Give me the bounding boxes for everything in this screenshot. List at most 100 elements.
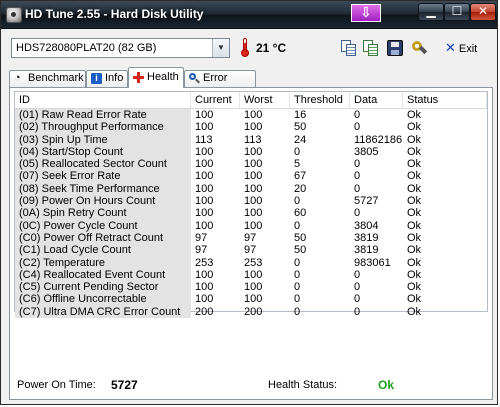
table-row[interactable]: (01) Raw Read Error Rate 100 100 16 0 Ok (15, 109, 487, 122)
temperature-readout: 21 °C (256, 41, 287, 55)
download-arrow-button[interactable]: ⇩ (351, 4, 381, 22)
worst-value: 100 (244, 109, 263, 121)
table-row[interactable]: (07) Seek Error Rate 100 100 67 0 Ok (15, 170, 487, 183)
tab-health[interactable]: Health (128, 67, 184, 88)
status-value: Ok (407, 195, 422, 208)
column-header-data[interactable]: Data (350, 92, 403, 108)
table-row[interactable]: (0A) Spin Retry Count 100 100 60 0 Ok (15, 207, 487, 220)
magnifier-icon (189, 73, 200, 84)
tab-label: Health (147, 71, 179, 83)
threshold-value: 67 (294, 170, 307, 183)
gauge-icon: ◔ (14, 72, 21, 84)
column-header-threshold[interactable]: Threshold (290, 92, 350, 108)
toolbar: HDS728080PLAT20 (82 GB) ▼ 21 °C ✕ Exit (7, 34, 493, 62)
attribute-id: (C4) Reallocated Event Count (15, 268, 191, 282)
worst-value: 100 (244, 121, 263, 134)
threshold-value: 20 (294, 182, 307, 195)
attribute-id: (01) Raw Read Error Rate (15, 109, 191, 122)
options-icon[interactable] (411, 40, 427, 56)
current-value: 100 (195, 219, 214, 232)
smart-table[interactable]: ID Current Worst Threshold Data Status (… (14, 91, 488, 319)
current-value: 113 (195, 133, 213, 146)
table-row[interactable]: (C6) Offline Uncorrectable 100 100 0 0 Ok (15, 293, 487, 306)
close-button[interactable]: ✕ (470, 3, 496, 21)
raw-data-value: 0 (354, 121, 361, 134)
attribute-id: (05) Reallocated Sector Count (15, 158, 191, 171)
table-row[interactable]: (C7) Ultra DMA CRC Error Count 200 200 0 0 Ok (15, 305, 487, 319)
copy-all-icon[interactable] (363, 40, 379, 56)
worst-value: 100 (244, 207, 263, 220)
table-row[interactable]: (C5) Current Pending Sector 100 100 0 0 Ok (15, 281, 487, 294)
threshold-value: 50 (294, 231, 307, 244)
exit-label: Exit (458, 43, 478, 55)
tab-label: Info (105, 72, 124, 84)
current-value: 100 (195, 268, 214, 281)
attribute-id: (0C) Power Cycle Count (15, 219, 191, 232)
health-status-value: Ok (378, 378, 395, 392)
attribute-id: (C0) Power Off Retract Count (15, 231, 191, 245)
worst-value: 97 (244, 231, 257, 244)
table-row[interactable]: (03) Spin Up Time 113 113 24 11862186 Ok (15, 133, 487, 146)
threshold-value: 60 (294, 207, 307, 220)
raw-data-value: 3804 (354, 219, 379, 232)
column-header-status[interactable]: Status (403, 92, 487, 108)
chevron-down-icon[interactable]: ▼ (212, 39, 229, 57)
table-row[interactable]: (C2) Temperature 253 253 0 983061 Ok (15, 256, 487, 269)
table-row[interactable]: (C1) Load Cycle Count 97 97 50 3819 Ok (15, 244, 487, 257)
table-row[interactable]: (0C) Power Cycle Count 100 100 0 3804 Ok (15, 219, 487, 232)
minimize-button[interactable]: ▁ (418, 3, 444, 21)
threshold-value: 16 (294, 109, 307, 121)
worst-value: 253 (244, 256, 263, 269)
raw-data-value: 0 (354, 182, 361, 195)
status-value: Ok (407, 256, 422, 269)
table-row[interactable]: (08) Seek Time Performance 100 100 20 0 Ok (15, 182, 487, 196)
current-value: 100 (195, 145, 214, 158)
current-value: 100 (195, 293, 214, 306)
attribute-id: (02) Throughput Performance (15, 121, 191, 134)
raw-data-value: 0 (354, 293, 361, 306)
status-value: Ok (407, 182, 422, 195)
status-value: Ok (407, 219, 422, 232)
raw-data-value: 0 (354, 281, 361, 294)
worst-value: 97 (244, 244, 257, 257)
attribute-id: (03) Spin Up Time (15, 133, 191, 146)
table-row[interactable]: (09) Power On Hours Count 100 100 0 5727 Ok (15, 195, 487, 208)
table-row[interactable]: (C0) Power Off Retract Count 97 97 50 3819 Ok (15, 231, 487, 245)
attribute-id: (09) Power On Hours Count (15, 195, 191, 208)
copy-icon[interactable] (341, 40, 357, 56)
threshold-value: 0 (294, 219, 301, 232)
app-window: HD Tune 2.55 - Hard Disk Utility ⇩ ▁ ☐ ✕… (0, 0, 498, 405)
hd-tune-app-icon[interactable] (6, 7, 22, 23)
tab-info[interactable]: i Info (86, 70, 128, 87)
threshold-value: 0 (294, 268, 301, 281)
exit-icon: ✕ (445, 40, 456, 55)
title-bar[interactable]: HD Tune 2.55 - Hard Disk Utility ⇩ ▁ ☐ ✕ (1, 1, 497, 29)
attribute-id: (07) Seek Error Rate (15, 170, 191, 183)
threshold-value: 24 (294, 133, 307, 146)
table-row[interactable]: (04) Start/Stop Count 100 100 0 3805 Ok (15, 145, 487, 159)
info-icon: i (91, 73, 102, 84)
exit-button[interactable]: ✕ Exit (445, 39, 477, 57)
column-header-current[interactable]: Current (191, 92, 240, 108)
save-icon[interactable] (387, 40, 403, 56)
maximize-button[interactable]: ☐ (444, 3, 470, 21)
tab-error-scan[interactable]: Error Scan (184, 70, 256, 99)
column-header-worst[interactable]: Worst (240, 92, 290, 108)
column-header-id[interactable]: ID (15, 92, 191, 108)
table-row[interactable]: (05) Reallocated Sector Count 100 100 5 0 Ok (15, 158, 487, 171)
drive-select-value: HDS728080PLAT20 (82 GB) (16, 42, 157, 54)
table-row[interactable]: (C4) Reallocated Event Count 100 100 0 0 Ok (15, 268, 487, 282)
worst-value: 100 (244, 268, 263, 281)
threshold-value: 0 (294, 256, 301, 269)
health-status-label: Health Status: (268, 379, 338, 391)
drive-select[interactable]: HDS728080PLAT20 (82 GB) ▼ (11, 38, 230, 58)
table-row[interactable]: (02) Throughput Performance 100 100 50 0 Ok (15, 121, 487, 134)
raw-data-value: 0 (354, 109, 361, 121)
status-value: Ok (407, 170, 422, 183)
worst-value: 100 (244, 219, 263, 232)
threshold-value: 50 (294, 121, 307, 134)
tab-benchmark[interactable]: ◔ Benchmark (9, 70, 86, 87)
power-on-time-label: Power On Time: (17, 379, 96, 391)
attribute-id: (04) Start/Stop Count (15, 145, 191, 159)
threshold-value: 0 (294, 195, 301, 208)
